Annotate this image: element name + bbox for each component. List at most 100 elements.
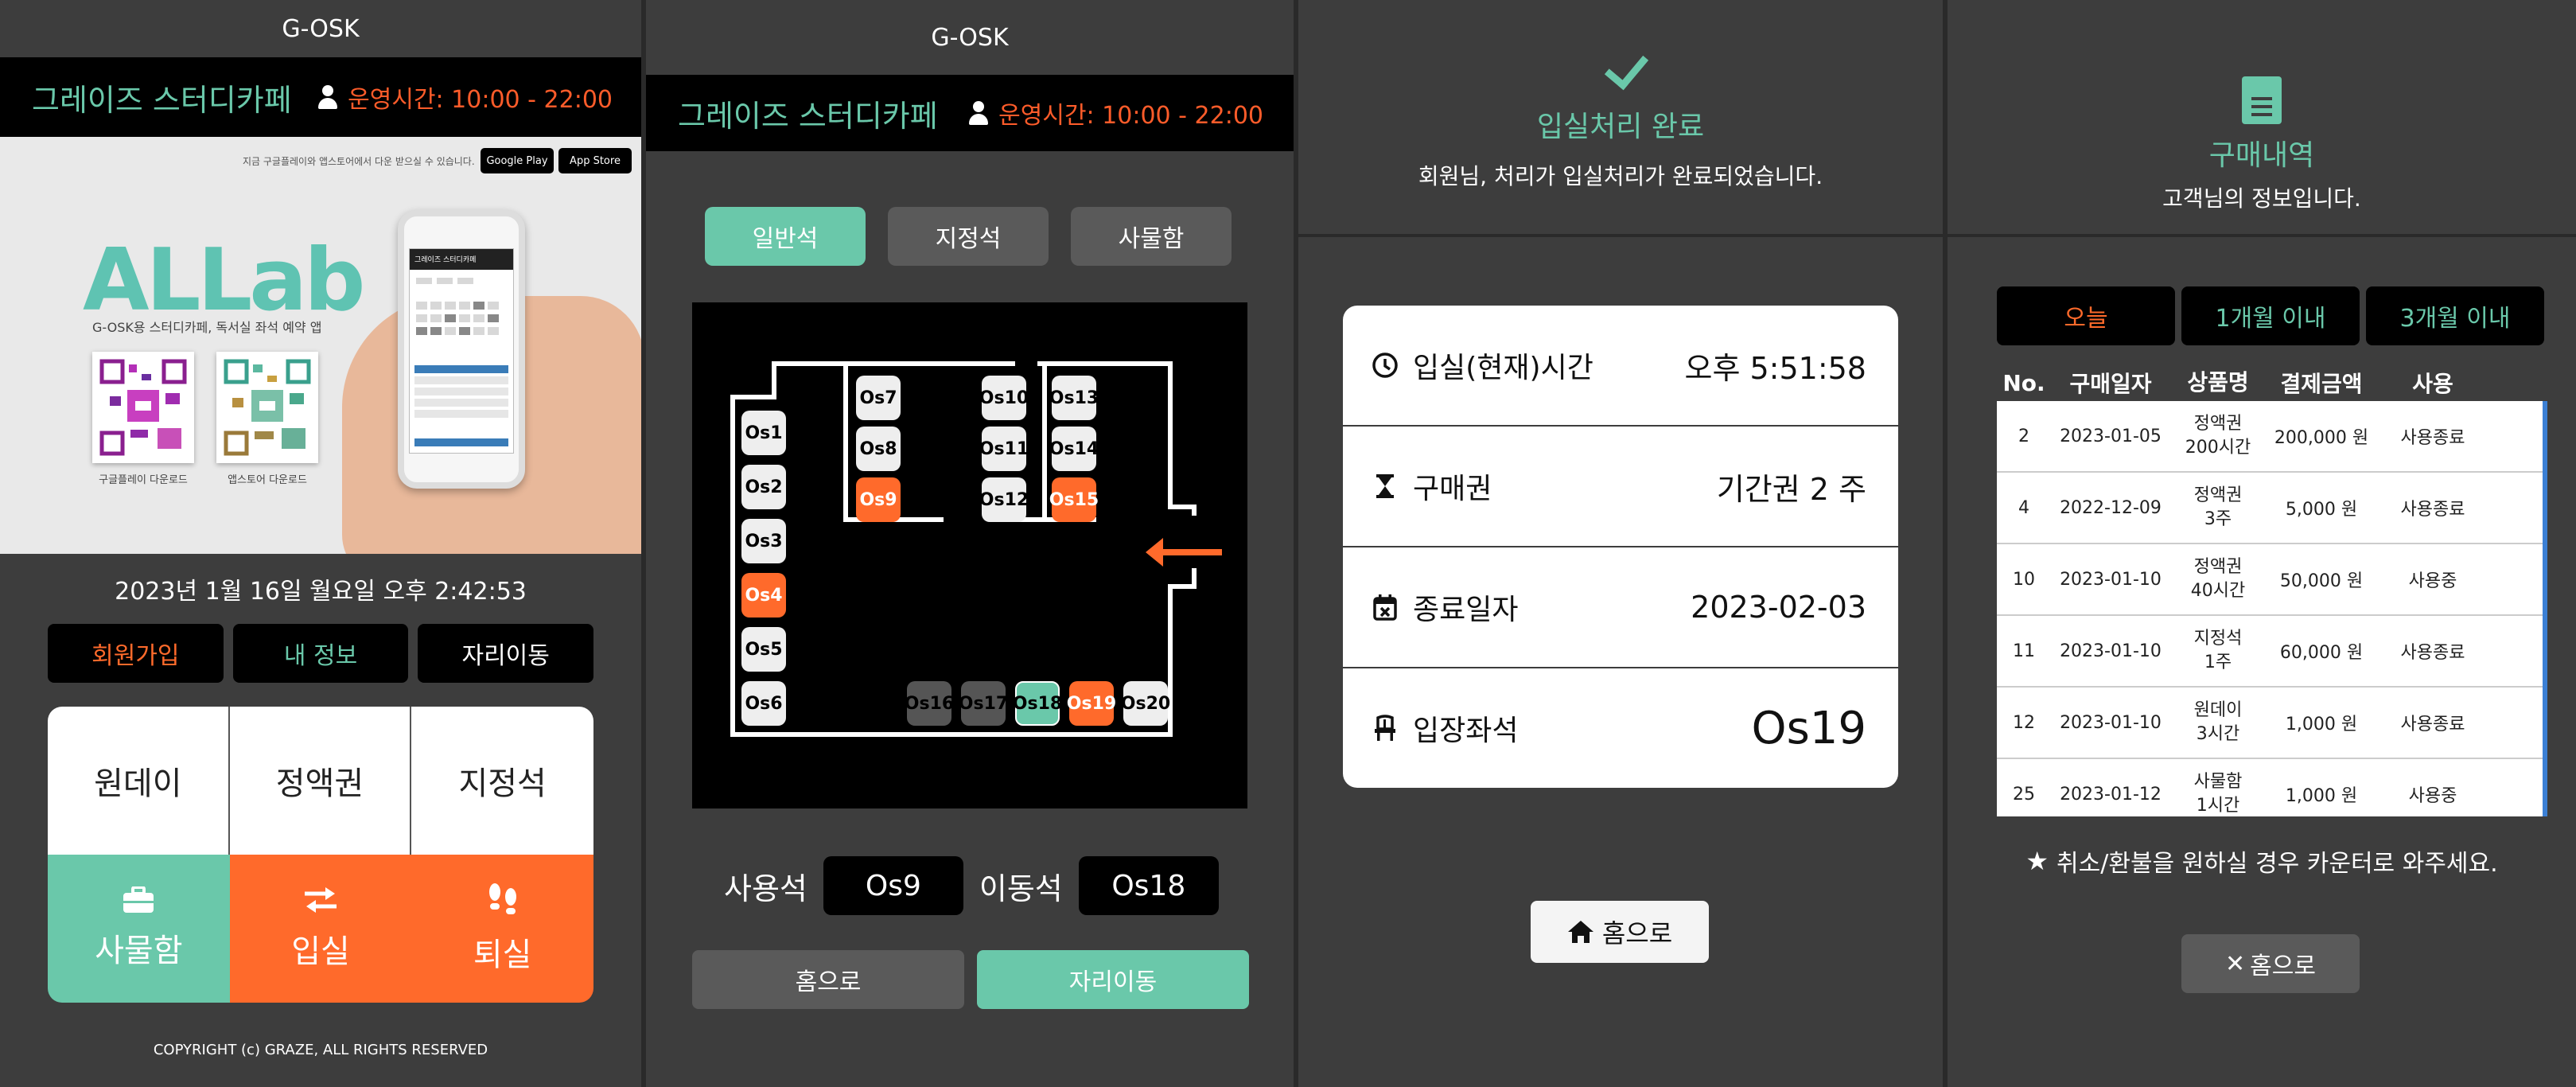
reserved-seat-button[interactable]: 지정석 <box>411 707 593 855</box>
footprints-icon <box>488 883 516 914</box>
person-icon <box>317 85 338 109</box>
row-product-line: 40시간 <box>2190 581 2246 601</box>
header-bar: 그레이즈 스터디카페 운영시간: 10:00 - 22:00 <box>646 75 1294 151</box>
row-date: 2023-01-10 <box>2060 712 2162 733</box>
seat-os10[interactable]: Os10 <box>979 376 1029 420</box>
locker-button[interactable]: 사물함 <box>48 855 230 1003</box>
period-3-months-button[interactable]: 3개월 이내 <box>2366 286 2544 345</box>
check-in-header: 입실처리 완료 회원님, 처리가 입실처리가 완료되었습니다. <box>1298 0 1943 237</box>
row-product-line: 정액권 <box>2193 557 2243 578</box>
row-product-line: 3시간 <box>2196 724 2240 744</box>
tab-locker[interactable]: 사물함 <box>1071 207 1232 266</box>
tab-reserved-seat[interactable]: 지정석 <box>888 207 1049 266</box>
phone-screen: 그레이즈 스터디카페 <box>409 248 514 454</box>
home-button-label: 홈으로 <box>2250 953 2316 980</box>
operating-hours-text: 운영시간: 10:00 - 22:00 <box>998 102 1263 130</box>
history-table-body[interactable]: 2 2023-01-05 정액권 200시간 200,000 원 사용종료 4 2022-12… <box>1997 401 2547 816</box>
row-product-line: 1시간 <box>2196 796 2240 816</box>
phone-mockup: 그레이즈 스터디카페 <box>398 210 525 489</box>
check-in-details-card: 입실(현재)시간 오후 5:51:58 구매권 기간권 2 주 종료일자 202… <box>1343 306 1898 788</box>
row-product-line: 3주 <box>2204 509 2232 529</box>
document-icon <box>2242 76 2282 124</box>
seat-os4[interactable]: Os4 <box>741 573 786 618</box>
wall <box>1192 505 1197 516</box>
detail-value: 오후 5:51:58 <box>1684 350 1867 386</box>
home-menu-grid: 원데이 정액권 지정석 사물함 입실 퇴실 <box>48 707 593 1003</box>
detail-value: Os19 <box>1751 702 1866 754</box>
row-status: 사용종료 <box>2400 715 2465 734</box>
home-button[interactable]: 홈으로 <box>1531 901 1709 963</box>
row-status: 사용중 <box>2408 786 2457 806</box>
seat-os16[interactable]: Os16 <box>905 681 954 726</box>
move-seat-button[interactable]: 자리이동 <box>418 624 594 683</box>
row-status: 사용종료 <box>2400 500 2465 520</box>
row-number: 12 <box>2013 712 2035 733</box>
purchase-history-screen: 구매내역 고객님의 정보입니다. 오늘 1개월 이내 3개월 이내 No. 구매… <box>1948 0 2576 1087</box>
seat-os3[interactable]: Os3 <box>741 519 786 563</box>
seat-os14[interactable]: Os14 <box>1049 427 1099 471</box>
seat-os1[interactable]: Os1 <box>741 411 786 455</box>
row-product-line: 정액권 <box>2193 414 2243 434</box>
seat-os11[interactable]: Os11 <box>979 427 1029 471</box>
history-table-header: No. 구매일자 상품명 결제금액 사용 <box>1948 345 2576 401</box>
history-row: 2 2023-01-05 정액권 200시간 200,000 원 사용종료 <box>1997 401 2543 473</box>
calendar-icon <box>1373 594 1397 621</box>
row-number: 25 <box>2013 784 2035 805</box>
history-title: 구매내역 <box>2208 139 2315 172</box>
row-date: 2023-01-10 <box>2060 569 2162 590</box>
seat-os13[interactable]: Os13 <box>1049 376 1099 420</box>
oneday-button[interactable]: 원데이 <box>48 707 230 855</box>
seat-os18[interactable]: Os18 <box>1013 681 1062 726</box>
fixed-amount-button[interactable]: 정액권 <box>229 707 412 855</box>
seat-os9[interactable]: Os9 <box>856 477 901 522</box>
seat-os5[interactable]: Os5 <box>741 627 786 672</box>
column-header: 구매일자 <box>2069 371 2152 397</box>
phone-screen-header: 그레이즈 스터디카페 <box>410 249 513 270</box>
seat-os6[interactable]: Os6 <box>741 681 786 726</box>
seat-os17[interactable]: Os17 <box>959 681 1008 726</box>
row-number: 11 <box>2013 641 2035 661</box>
home-button[interactable]: ✕ 홈으로 <box>2181 934 2360 993</box>
seat-os12[interactable]: Os12 <box>979 477 1029 522</box>
header-bar: 그레이즈 스터디카페 운영시간: 10:00 - 22:00 <box>0 57 641 137</box>
app-store-badge[interactable]: App Store <box>558 148 632 173</box>
row-number: 4 <box>2018 497 2029 518</box>
seat-os8[interactable]: Os8 <box>856 427 901 471</box>
brand-name: 그레이즈 스터디카페 <box>678 98 938 134</box>
seat-os7[interactable]: Os7 <box>856 376 901 420</box>
wall <box>772 361 776 399</box>
home-top-buttons: 회원가입 내 정보 자리이동 <box>0 624 641 683</box>
signup-button[interactable]: 회원가입 <box>48 624 224 683</box>
seat-os19[interactable]: Os19 <box>1067 681 1116 726</box>
row-amount: 5,000 원 <box>2285 500 2358 520</box>
column-header: No. <box>2002 369 2045 396</box>
qr-code-apple <box>216 352 318 463</box>
seat-os20[interactable]: Os20 <box>1121 681 1170 726</box>
my-info-button[interactable]: 내 정보 <box>232 624 409 683</box>
seat-type-tabs: 일반석 지정석 사물함 <box>646 151 1294 266</box>
confirm-move-button[interactable]: 자리이동 <box>977 950 1249 1009</box>
seat-os2[interactable]: Os2 <box>741 465 786 509</box>
row-product: 정액권 200시간 <box>2170 412 2266 459</box>
tab-general-seat[interactable]: 일반석 <box>705 207 866 266</box>
app-title: G-OSK <box>282 14 360 43</box>
period-1-month-button[interactable]: 1개월 이내 <box>2181 286 2360 345</box>
detail-value: 기간권 2 주 <box>1716 471 1866 507</box>
check-in-button[interactable]: 입실 <box>229 855 412 1003</box>
row-status: 사용중 <box>2408 571 2457 591</box>
refund-notice: ★ 취소/환불을 원하실 경우 카운터로 와주세요. <box>1948 843 2576 879</box>
check-out-button[interactable]: 퇴실 <box>411 855 593 1003</box>
wall <box>730 732 1173 737</box>
checkmark-icon <box>1597 43 1644 91</box>
copyright: COPYRIGHT (c) GRAZE, ALL RIGHTS RESERVED <box>153 1042 488 1058</box>
google-play-badge[interactable]: Google Play <box>481 148 554 173</box>
app-promo-banner: 지금 구글플레이와 앱스토어에서 다운 받으실 수 있습니다. Google P… <box>0 137 641 554</box>
home-button-label: 홈으로 <box>1601 918 1673 949</box>
history-row: 10 2023-01-10 정액권 40시간 50,000 원 사용중 <box>1997 544 2543 616</box>
seat-os15[interactable]: Os15 <box>1049 477 1099 522</box>
home-button[interactable]: 홈으로 <box>692 950 964 1009</box>
period-today-button[interactable]: 오늘 <box>1997 286 2175 345</box>
detail-row-entry-time: 입실(현재)시간 오후 5:51:58 <box>1343 306 1898 427</box>
history-header: 구매내역 고객님의 정보입니다. <box>1948 0 2576 237</box>
qr-google-icon <box>99 358 188 457</box>
